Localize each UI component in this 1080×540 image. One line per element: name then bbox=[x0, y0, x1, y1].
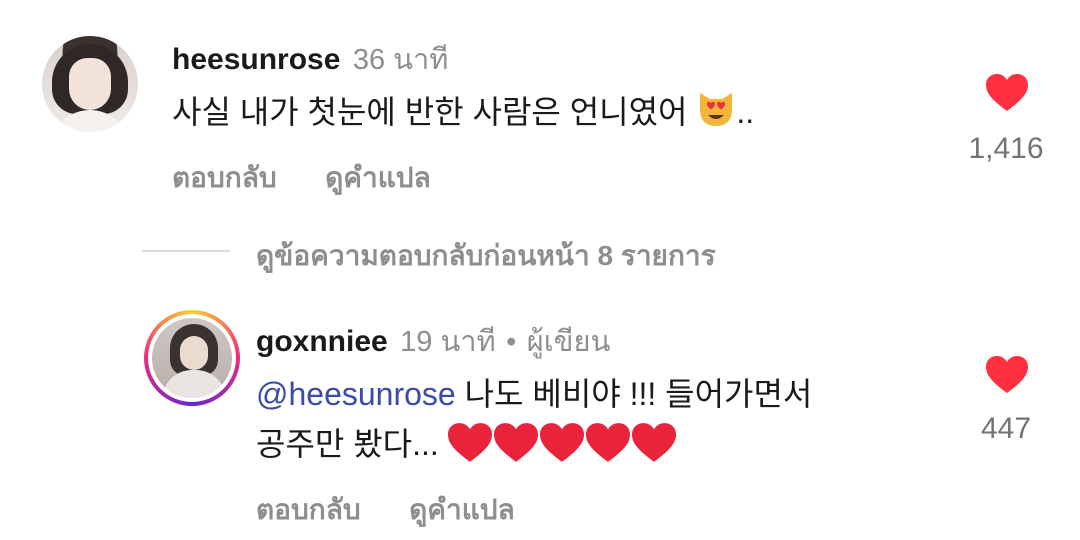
reply-header: goxnniee 19 นาที • ผู้เขียน bbox=[256, 318, 610, 364]
like-heart-icon[interactable] bbox=[986, 356, 1028, 394]
translate-button[interactable]: ดูคำแปล bbox=[325, 162, 431, 193]
reply-body-line1: 나도 베비야 !!! 들어가면서 bbox=[464, 376, 813, 412]
translate-button[interactable]: ดูคำแปล bbox=[409, 494, 515, 525]
like-count: 1,416 bbox=[968, 132, 1044, 165]
comment-actions: ตอบกลับ ดูคำแปล bbox=[172, 156, 431, 200]
username[interactable]: goxnniee bbox=[256, 325, 388, 358]
reply-body-line2: 공주만 봤다... bbox=[256, 426, 439, 462]
avatar-goxnniee bbox=[152, 318, 232, 398]
comment-body: 사실 내가 첫눈에 반한 사람은 언니였어 bbox=[172, 94, 688, 130]
avatar-heesunrose[interactable] bbox=[42, 36, 138, 132]
comment-text: 사실 내가 첫눈에 반한 사람은 언니였어 .. bbox=[172, 86, 754, 144]
comment-suffix: .. bbox=[736, 94, 755, 130]
reply-text-line2: 공주만 봤다... bbox=[256, 418, 678, 470]
reply-text-line1: @heesunrose 나도 베비야 !!! 들어가면서 bbox=[256, 368, 812, 420]
view-previous-replies[interactable]: ดูข้อความตอบกลับก่อนหน้า 8 รายการ bbox=[256, 234, 716, 278]
comment-header: heesunrose 36 นาที bbox=[172, 36, 448, 82]
reply-button[interactable]: ตอบกลับ bbox=[172, 162, 277, 193]
mention-link[interactable]: @heesunrose bbox=[256, 376, 456, 412]
reply-actions: ตอบกลับ ดูคำแปล bbox=[256, 488, 515, 532]
separator-dot: • bbox=[506, 326, 517, 358]
red-hearts-icon bbox=[447, 423, 678, 462]
like-count: 447 bbox=[980, 412, 1032, 445]
author-badge: ผู้เขียน bbox=[526, 326, 611, 358]
username[interactable]: heesunrose bbox=[172, 43, 340, 76]
timestamp: 36 นาที bbox=[352, 44, 449, 76]
timestamp: 19 นาที bbox=[400, 326, 496, 358]
like-heart-icon[interactable] bbox=[986, 74, 1028, 112]
heart-eyes-cat-icon bbox=[696, 89, 736, 144]
avatar-goxnniee-story-ring[interactable] bbox=[144, 310, 240, 406]
divider bbox=[142, 250, 230, 252]
reply-button[interactable]: ตอบกลับ bbox=[256, 494, 361, 525]
